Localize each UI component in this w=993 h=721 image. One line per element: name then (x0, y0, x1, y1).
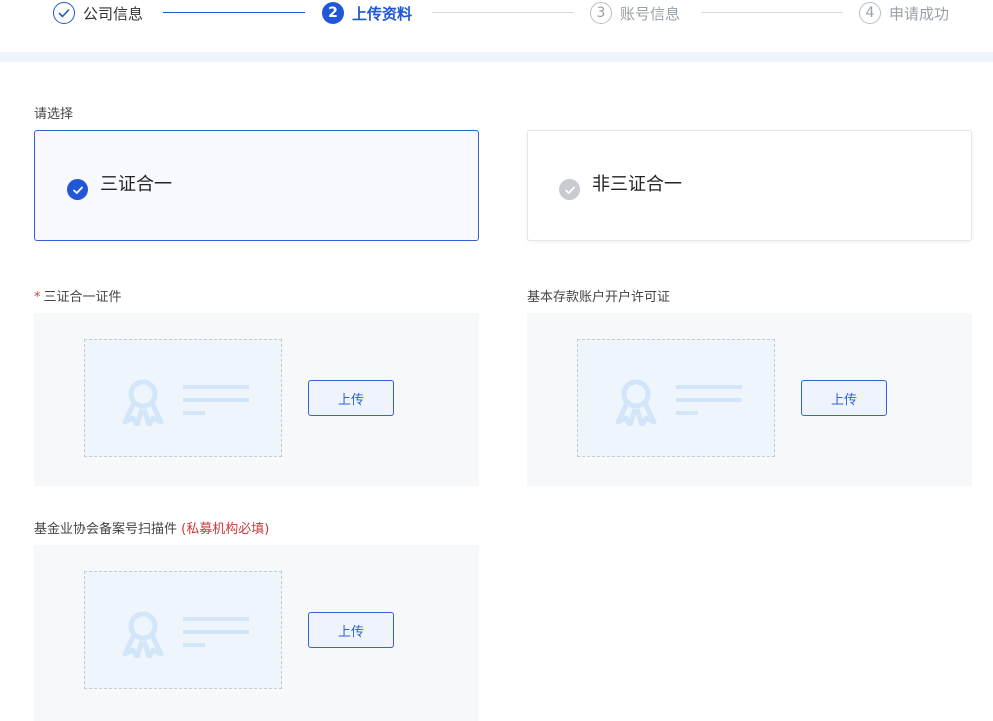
upload-area-account-license: 上传 (527, 313, 972, 486)
step-label: 账号信息 (620, 4, 681, 23)
header-divider (0, 52, 993, 62)
upload-label-three-in-one: * 三证合一证件 (34, 286, 122, 305)
option-non-three-in-one[interactable]: 非三证合一 (527, 130, 972, 241)
step-number: 2 (322, 2, 344, 24)
certificate-icon (122, 611, 249, 658)
upload-button[interactable]: 上传 (308, 380, 394, 416)
upload-label-text: 基金业协会备案号扫描件 (34, 522, 182, 537)
step-apply-success: 4 申请成功 (859, 0, 949, 26)
step-label: 上传资料 (352, 4, 413, 23)
upload-button[interactable]: 上传 (801, 380, 887, 416)
option-label: 三证合一 (100, 173, 172, 195)
upload-preview[interactable] (84, 571, 282, 689)
step-upload-docs: 2 上传资料 (322, 0, 412, 26)
step-connector (432, 12, 574, 13)
required-mark: * (34, 290, 41, 305)
upload-label-account-license: 基本存款账户开户许可证 (527, 290, 671, 305)
select-label: 请选择 (34, 107, 74, 122)
certificate-icon (615, 379, 742, 426)
step-connector (701, 12, 843, 13)
upload-preview[interactable] (577, 339, 775, 457)
upload-area-fund-filing: 上传 (34, 545, 479, 721)
certificate-icon (122, 379, 249, 426)
step-label: 公司信息 (83, 4, 144, 23)
upload-preview[interactable] (84, 339, 282, 457)
step-number: 4 (859, 2, 881, 24)
upload-label-note: (私募机构必填) (181, 522, 270, 537)
upload-area-three-in-one: 上传 (34, 313, 479, 486)
progress-stepper: 公司信息 2 上传资料 3 账号信息 4 申请成功 (0, 0, 993, 28)
step-connector (163, 12, 305, 13)
check-circle-icon (559, 179, 580, 200)
check-circle-icon (53, 2, 75, 24)
step-number: 3 (590, 2, 612, 24)
step-company-info: 公司信息 (53, 0, 143, 26)
upload-button[interactable]: 上传 (308, 612, 394, 648)
upload-label-text: 三证合一证件 (43, 290, 122, 305)
check-circle-icon (67, 179, 88, 200)
option-label: 非三证合一 (592, 173, 682, 195)
option-three-in-one[interactable]: 三证合一 (34, 130, 479, 241)
upload-label-fund-filing: 基金业协会备案号扫描件 (私募机构必填) (34, 518, 269, 537)
step-account-info: 3 账号信息 (590, 0, 680, 26)
step-label: 申请成功 (889, 4, 950, 23)
